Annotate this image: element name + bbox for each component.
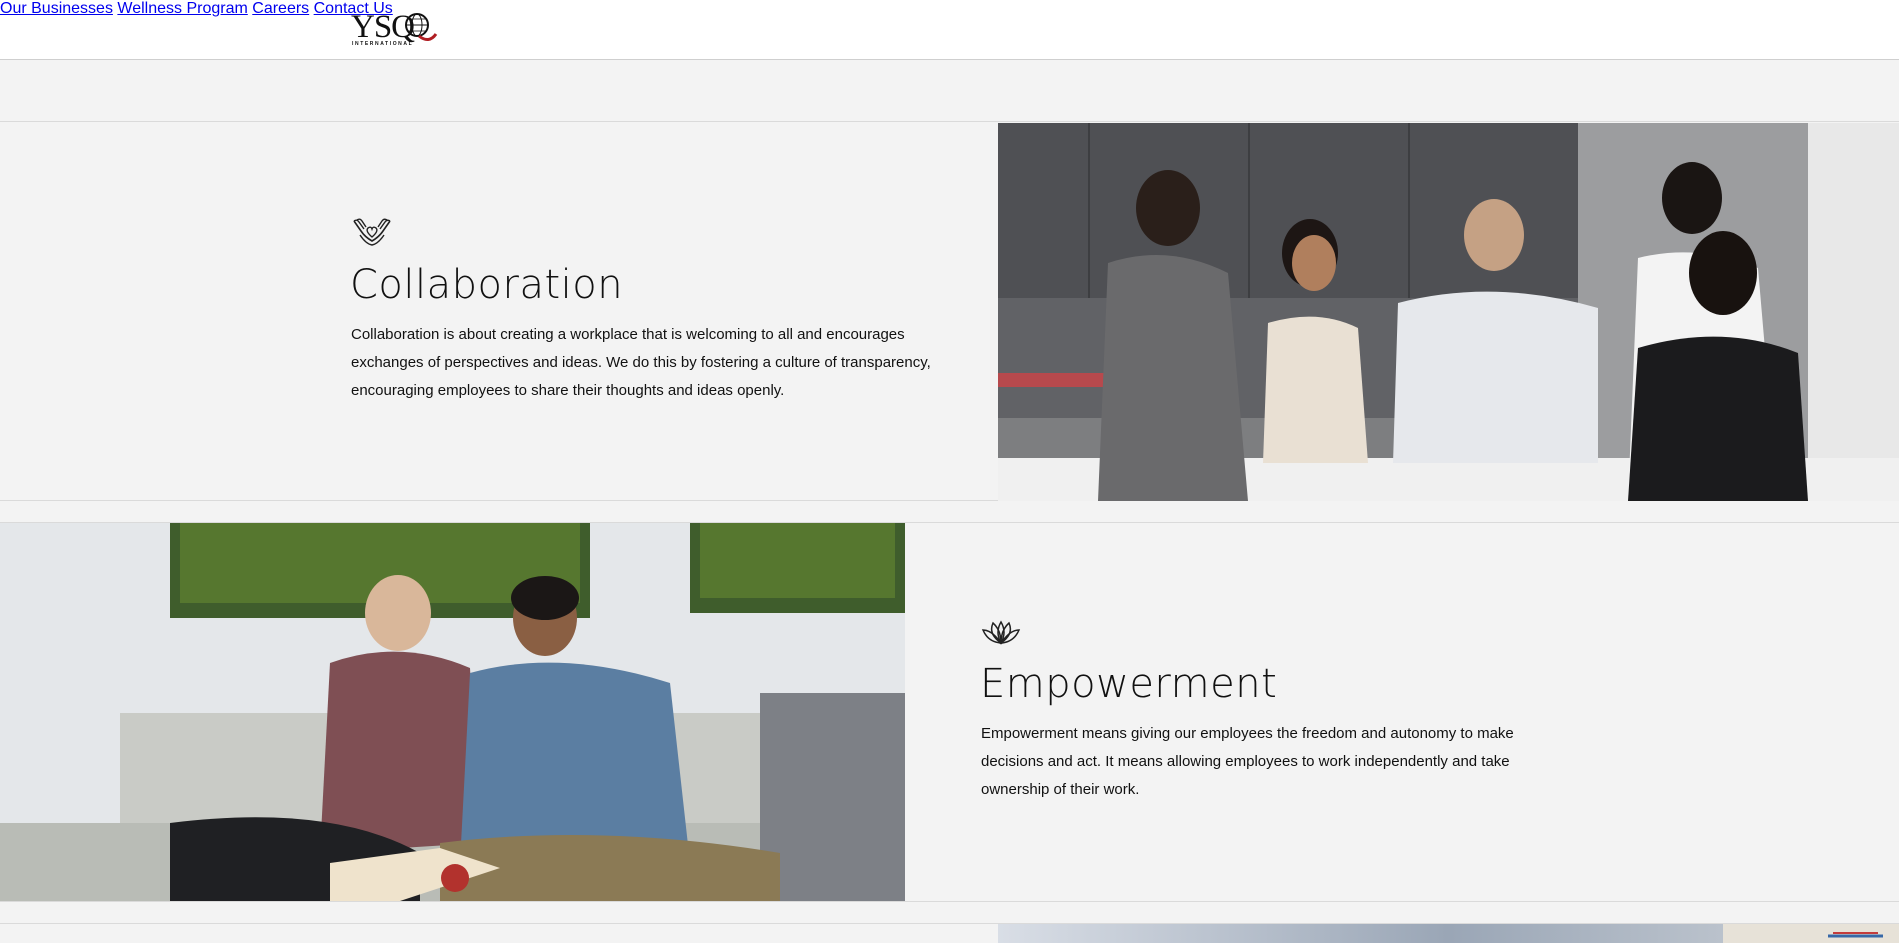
partial-photo <box>998 924 1899 943</box>
nav-wellness-program[interactable]: Wellness Program <box>117 0 247 17</box>
main-nav: Our Businesses Wellness Program Careers … <box>0 0 1899 18</box>
section-divider <box>0 903 1899 924</box>
lotus-icon <box>981 620 1021 645</box>
value-next-partial <box>0 924 1899 943</box>
value-collaboration: Collaboration Collaboration is about cre… <box>0 122 1899 501</box>
value-description: Collaboration is about creating a workpl… <box>351 326 931 399</box>
nav-careers[interactable]: Careers <box>252 0 309 17</box>
team-meeting-photo <box>998 123 1899 501</box>
ysq-logo[interactable]: YSQ INTERNATIONAL <box>351 10 438 48</box>
logo-subtext: INTERNATIONAL <box>352 41 414 47</box>
value-title: Empowerment <box>980 661 1278 707</box>
value-empowerment: Empowerment Empowerment means giving our… <box>0 523 1899 902</box>
hands-heart-icon <box>353 218 391 246</box>
spacer-band <box>0 60 1899 122</box>
site-header: YSQ INTERNATIONAL Our Businesses Wellnes… <box>0 0 1899 60</box>
value-title: Collaboration <box>350 262 624 308</box>
value-description: Empowerment means giving our employees t… <box>981 725 1514 798</box>
section-divider <box>0 502 1899 523</box>
colleagues-reviewing-photo <box>0 523 905 901</box>
nav-our-businesses[interactable]: Our Businesses <box>0 0 113 17</box>
